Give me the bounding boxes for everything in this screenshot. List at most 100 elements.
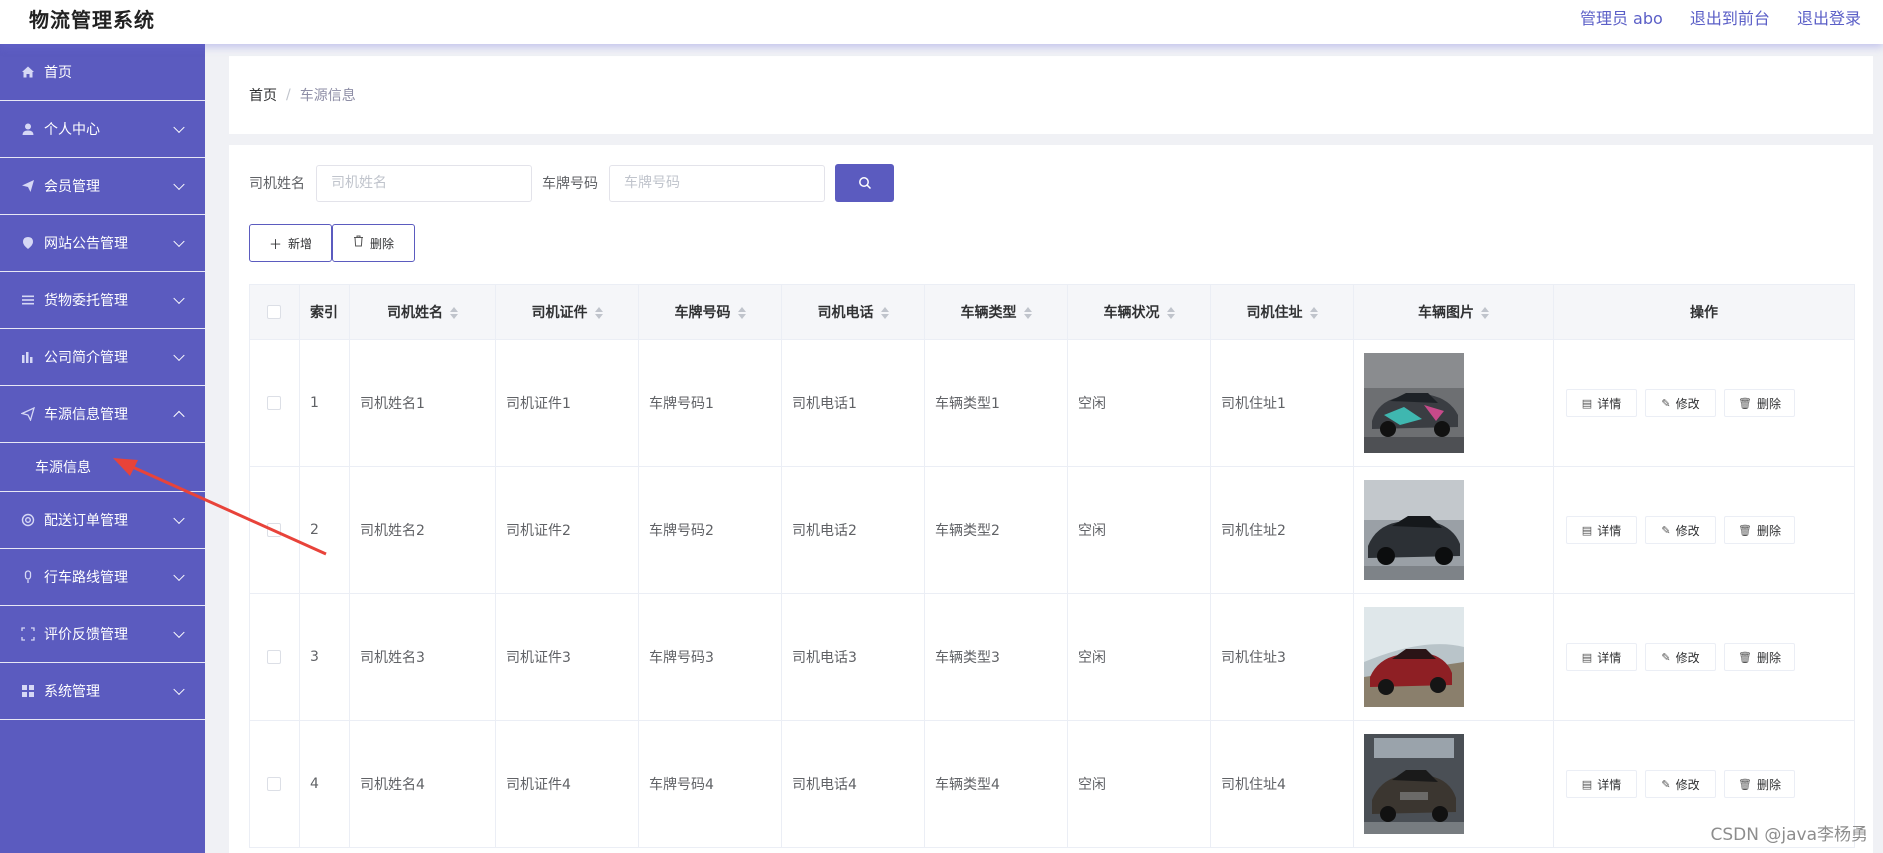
document-icon: ▤ bbox=[1581, 650, 1593, 664]
sidebar-item-label: 评价反馈管理 bbox=[44, 627, 128, 643]
cell-plate: 车牌号码2 bbox=[638, 466, 782, 594]
cell-phone: 司机电话4 bbox=[781, 720, 925, 848]
cell-driver-cert: 司机证件1 bbox=[495, 339, 639, 467]
sidebar-item-feedback[interactable]: 评价反馈管理 bbox=[0, 606, 205, 663]
top-bar: 物流管理系统 管理员 abo 退出到前台 退出登录 bbox=[0, 0, 1883, 44]
cell-status: 空闲 bbox=[1067, 720, 1211, 848]
col-header-label: 车牌号码 bbox=[674, 305, 731, 321]
row-checkbox[interactable] bbox=[267, 396, 281, 410]
document-icon: ▤ bbox=[1581, 523, 1593, 537]
cell-phone: 司机电话3 bbox=[781, 593, 925, 721]
breadcrumb-home[interactable]: 首页 bbox=[249, 85, 277, 105]
col-header: 索引 bbox=[299, 284, 350, 340]
delete-label: 删除 bbox=[1756, 523, 1781, 538]
detail-button[interactable]: ▤ 详情 bbox=[1566, 389, 1637, 417]
col-header-sortable[interactable]: 车辆图片 bbox=[1353, 284, 1554, 340]
col-header-label: 司机证件 bbox=[531, 305, 588, 321]
sidebar-item-company[interactable]: 公司简介管理 bbox=[0, 329, 205, 386]
sidebar-item-notices[interactable]: 网站公告管理 bbox=[0, 215, 205, 272]
grid-icon bbox=[20, 683, 36, 699]
chevron-down-icon bbox=[173, 178, 185, 191]
col-header-sortable[interactable]: 司机电话 bbox=[781, 284, 925, 340]
edit-button[interactable]: ✎ 修改 bbox=[1645, 389, 1716, 417]
edit-button[interactable]: ✎ 修改 bbox=[1645, 516, 1716, 544]
detail-button[interactable]: ▤ 详情 bbox=[1566, 770, 1637, 798]
detail-label: 详情 bbox=[1597, 650, 1622, 665]
col-header-label: 车辆状况 bbox=[1103, 305, 1160, 321]
sort-icon bbox=[1309, 307, 1318, 319]
chevron-down-icon bbox=[173, 569, 185, 582]
sidebar-item-orders[interactable]: 配送订单管理 bbox=[0, 492, 205, 549]
sidebar-subitem-label: 车源信息 bbox=[35, 460, 91, 476]
plate-input[interactable] bbox=[609, 164, 825, 202]
back-to-front-link[interactable]: 退出到前台 bbox=[1690, 9, 1770, 28]
chevron-up-icon bbox=[173, 410, 185, 423]
batch-delete-button[interactable]: 删除 bbox=[332, 224, 415, 262]
row-select-cell bbox=[249, 720, 300, 848]
edit-icon: ✎ bbox=[1661, 396, 1671, 410]
cell-index: 3 bbox=[299, 593, 350, 721]
user-icon bbox=[20, 121, 36, 137]
cell-plate: 车牌号码3 bbox=[638, 593, 782, 721]
add-button[interactable]: ＋ 新增 bbox=[249, 224, 332, 262]
sidebar-item-system[interactable]: 系统管理 bbox=[0, 663, 205, 720]
sidebar-item-profile[interactable]: 个人中心 bbox=[0, 101, 205, 158]
col-header-sortable[interactable]: 车牌号码 bbox=[638, 284, 782, 340]
delete-button[interactable]: 🗑 删除 bbox=[1724, 770, 1795, 798]
search-button[interactable] bbox=[835, 164, 894, 202]
sidebar-item-members[interactable]: 会员管理 bbox=[0, 158, 205, 215]
cell-phone: 司机电话1 bbox=[781, 339, 925, 467]
edit-button[interactable]: ✎ 修改 bbox=[1645, 770, 1716, 798]
search-icon bbox=[858, 177, 871, 190]
driver-name-input[interactable] bbox=[316, 164, 532, 202]
driver-name-label: 司机姓名 bbox=[249, 176, 305, 192]
col-header-sortable[interactable]: 车辆类型 bbox=[924, 284, 1068, 340]
logout-link[interactable]: 退出登录 bbox=[1797, 9, 1861, 28]
trash-icon: 🗑 bbox=[1738, 523, 1752, 537]
send-icon bbox=[20, 406, 36, 422]
home-icon bbox=[20, 64, 36, 80]
sidebar-item-label: 公司简介管理 bbox=[44, 350, 128, 366]
cell-vehicle-type: 车辆类型3 bbox=[924, 593, 1068, 721]
cell-address: 司机住址2 bbox=[1210, 466, 1354, 594]
delete-button[interactable]: 🗑 删除 bbox=[1724, 389, 1795, 417]
sidebar-item-home[interactable]: 首页 bbox=[0, 44, 205, 101]
row-checkbox[interactable] bbox=[267, 777, 281, 791]
sidebar-item-vehicles[interactable]: 车源信息管理 bbox=[0, 386, 205, 443]
col-header-sortable[interactable]: 车辆状况 bbox=[1067, 284, 1211, 340]
delete-button[interactable]: 🗑 删除 bbox=[1724, 643, 1795, 671]
detail-button[interactable]: ▤ 详情 bbox=[1566, 643, 1637, 671]
cell-status: 空闲 bbox=[1067, 466, 1211, 594]
select-all-checkbox[interactable] bbox=[267, 305, 281, 319]
sidebar-item-label: 车源信息管理 bbox=[44, 407, 128, 423]
edit-label: 修改 bbox=[1675, 523, 1700, 538]
sidebar-item-cargo[interactable]: 货物委托管理 bbox=[0, 272, 205, 329]
detail-label: 详情 bbox=[1597, 523, 1622, 538]
cell-driver-cert: 司机证件3 bbox=[495, 593, 639, 721]
sidebar-item-routes[interactable]: 行车路线管理 bbox=[0, 549, 205, 606]
col-header-sortable[interactable]: 司机证件 bbox=[495, 284, 639, 340]
menu-icon bbox=[20, 292, 36, 308]
sidebar-subitem-vehicle-info[interactable]: 车源信息 bbox=[0, 443, 205, 492]
admin-link[interactable]: 管理员 abo bbox=[1580, 9, 1663, 28]
col-header-sortable[interactable]: 司机住址 bbox=[1210, 284, 1354, 340]
watermark: CSDN @java李杨勇 bbox=[1710, 825, 1869, 845]
help-icon bbox=[20, 512, 36, 528]
cell-driver-name: 司机姓名2 bbox=[349, 466, 496, 594]
row-checkbox[interactable] bbox=[267, 650, 281, 664]
detail-label: 详情 bbox=[1597, 396, 1622, 411]
cell-actions: ▤ 详情 ✎ 修改 🗑 删除 bbox=[1553, 339, 1855, 467]
edit-button[interactable]: ✎ 修改 bbox=[1645, 643, 1716, 671]
col-header-sortable[interactable]: 司机姓名 bbox=[349, 284, 496, 340]
cell-vehicle-type: 车辆类型2 bbox=[924, 466, 1068, 594]
sort-icon bbox=[1023, 307, 1032, 319]
sort-icon bbox=[594, 307, 603, 319]
sort-icon bbox=[737, 307, 746, 319]
cell-vehicle-type: 车辆类型4 bbox=[924, 720, 1068, 848]
cell-phone: 司机电话2 bbox=[781, 466, 925, 594]
detail-button[interactable]: ▤ 详情 bbox=[1566, 516, 1637, 544]
breadcrumb-current: 车源信息 bbox=[299, 88, 356, 104]
row-checkbox[interactable] bbox=[267, 523, 281, 537]
cell-address: 司机住址3 bbox=[1210, 593, 1354, 721]
delete-button[interactable]: 🗑 删除 bbox=[1724, 516, 1795, 544]
